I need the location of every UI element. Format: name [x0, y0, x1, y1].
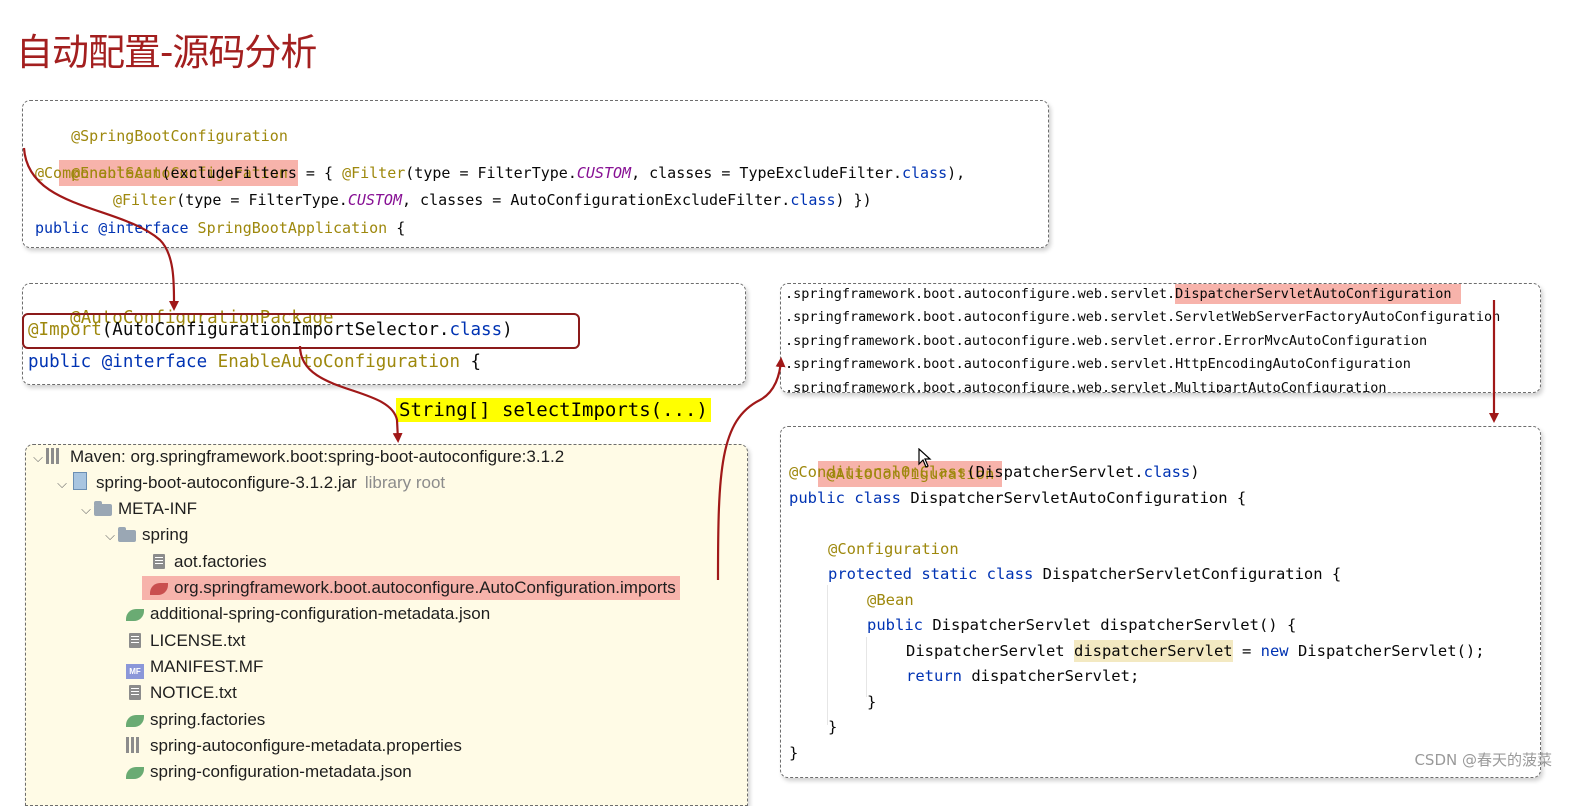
folder-icon	[94, 501, 112, 516]
chevron-down-icon[interactable]: ⌵	[30, 446, 46, 470]
tree-row-configuration-metadata[interactable]: spring-configuration-metadata.json	[126, 760, 412, 784]
watermark: CSDN @春天的菠菜	[1414, 751, 1552, 769]
imports-line-1: .springframework.boot.autoconfigure.web.…	[785, 284, 1462, 304]
code-line-5: public @interface SpringBootApplication …	[35, 219, 406, 237]
manifest-icon: MF	[126, 664, 144, 679]
method-close-brace: }	[867, 693, 877, 711]
dispatcher-servlet-autoconfig-entry: DispatcherServletAutoConfiguration	[1175, 284, 1462, 304]
tree-row-maven-root[interactable]: ⌵ Maven: org.springframework.boot:spring-…	[30, 445, 564, 469]
text-file-icon	[129, 633, 141, 648]
folder-icon	[118, 527, 136, 542]
tree-row-meta-inf[interactable]: ⌵ META-INF	[78, 497, 197, 521]
tree-row-autoconfiguration-imports[interactable]: org.springframework.boot.autoconfigure.A…	[142, 576, 680, 600]
bean-method-line: public DispatcherServlet dispatcherServl…	[867, 616, 1297, 634]
dispatcher-servlet-code-panel: @AutoConfiguration @ConditionalOnClass(D…	[780, 426, 1541, 778]
tree-row-additional-metadata[interactable]: additional-spring-configuration-metadata…	[126, 602, 490, 626]
tree-row-license[interactable]: LICENSE.txt	[126, 629, 245, 653]
imports-line-4: .springframework.boot.autoconfigure.web.…	[785, 356, 1411, 372]
servlet-instantiation-line: DispatcherServlet dispatcherServlet = ne…	[906, 640, 1485, 662]
text-file-icon	[153, 554, 165, 569]
tree-row-autoconfigure-properties[interactable]: spring-autoconfigure-metadata.properties	[126, 734, 462, 758]
spring-imports-icon	[150, 583, 168, 595]
jar-icon	[73, 472, 87, 490]
tree-row-aot-factories[interactable]: aot.factories	[150, 550, 267, 574]
code-line-2: @EnableAutoConfiguration	[23, 133, 298, 186]
slide-title: 自动配置-源码分析	[16, 31, 317, 74]
conditional-on-class-line: @ConditionalOnClass(DispatcherServlet.cl…	[789, 463, 1200, 481]
inner-class-line: protected static class DispatcherServlet…	[828, 565, 1342, 583]
tree-row-spring-folder[interactable]: ⌵ spring	[102, 523, 188, 547]
enable-autoconfiguration-decl-line: public @interface EnableAutoConfiguratio…	[28, 352, 482, 372]
chevron-down-icon[interactable]: ⌵	[102, 524, 118, 548]
configuration-annotation-line: @Configuration	[828, 540, 959, 558]
import-highlight-box	[22, 313, 580, 349]
text-file-icon	[129, 685, 141, 700]
tree-row-spring-factories[interactable]: spring.factories	[126, 708, 265, 732]
spring-factories-icon	[126, 715, 144, 727]
json-metadata-icon	[126, 609, 144, 621]
json-metadata-icon	[126, 767, 144, 779]
autoconfiguration-imports-content-panel: .springframework.boot.autoconfigure.web.…	[780, 283, 1541, 393]
tree-row-notice[interactable]: NOTICE.txt	[126, 681, 237, 705]
springboot-application-code-panel: @SpringBootConfiguration @EnableAutoConf…	[22, 100, 1049, 248]
select-imports-banner: String[] selectImports(...)	[396, 398, 711, 422]
bean-annotation-line: @Bean	[867, 591, 914, 609]
library-icon	[46, 448, 64, 464]
chevron-down-icon[interactable]: ⌵	[78, 498, 94, 522]
class-close-brace: }	[789, 744, 799, 762]
chevron-down-icon[interactable]: ⌵	[54, 472, 70, 496]
class-declaration-line: public class DispatcherServletAutoConfig…	[789, 489, 1247, 507]
return-line: return dispatcherServlet;	[906, 667, 1140, 685]
inner-class-close-brace: }	[828, 718, 838, 736]
mouse-cursor-icon	[918, 448, 932, 468]
tree-row-manifest[interactable]: MF MANIFEST.MF	[126, 655, 263, 679]
code-line-4: @Filter(type = FilterType.CUSTOM, classe…	[113, 191, 872, 209]
tree-row-jar[interactable]: ⌵ spring-boot-autoconfigure-3.1.2.jar libr…	[54, 471, 445, 495]
project-tree-panel: ⌵ Maven: org.springframework.boot:spring-…	[25, 444, 748, 806]
code-line-3: @ComponentScan(excludeFilters = { @Filte…	[35, 164, 966, 182]
imports-line-5: .springframework.boot.autoconfigure.web.…	[785, 380, 1387, 393]
imports-line-3: .springframework.boot.autoconfigure.web.…	[785, 333, 1428, 349]
properties-icon	[126, 737, 144, 753]
imports-line-2: .springframework.boot.autoconfigure.web.…	[785, 309, 1501, 325]
